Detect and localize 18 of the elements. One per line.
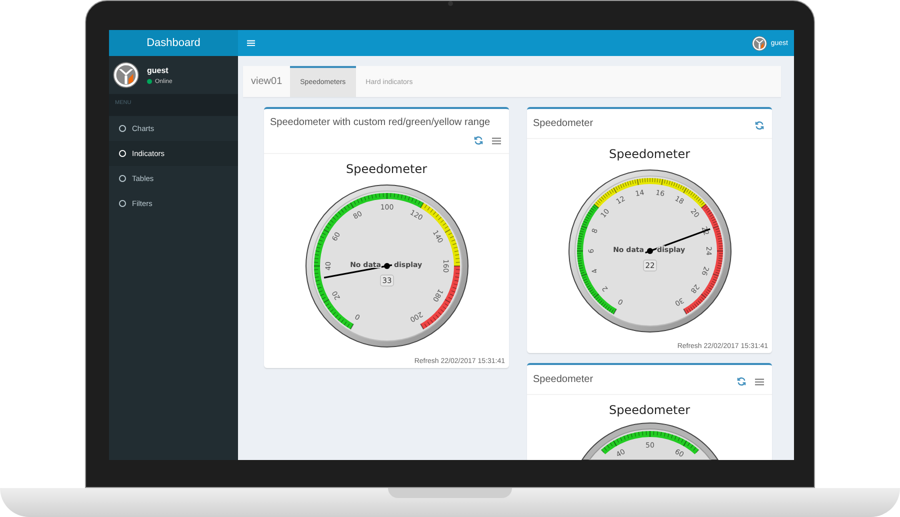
card-title: Speedometer with custom red/green/yellow range — [270, 117, 490, 128]
card-title: Speedometer — [533, 374, 594, 385]
chart-title: Speedometer — [608, 147, 690, 161]
refresh-icon[interactable] — [474, 136, 483, 145]
card-title: Speedometer — [533, 118, 594, 129]
view-title: view01 — [250, 75, 284, 89]
refresh-icon[interactable] — [737, 377, 746, 386]
chart-title: Speedometer — [608, 403, 690, 417]
avatar-icon — [752, 36, 767, 50]
refresh-icon[interactable] — [755, 121, 764, 130]
menu-icon[interactable] — [755, 378, 764, 386]
menu-icon[interactable] — [247, 40, 255, 46]
avatar-icon — [113, 62, 139, 88]
camera-dot — [448, 1, 453, 6]
user-name: guest — [147, 66, 170, 74]
dashboard-logo[interactable]: Dashboard — [109, 30, 238, 56]
chart-title: Speedometer — [346, 162, 428, 176]
menu-icon[interactable] — [492, 136, 501, 144]
